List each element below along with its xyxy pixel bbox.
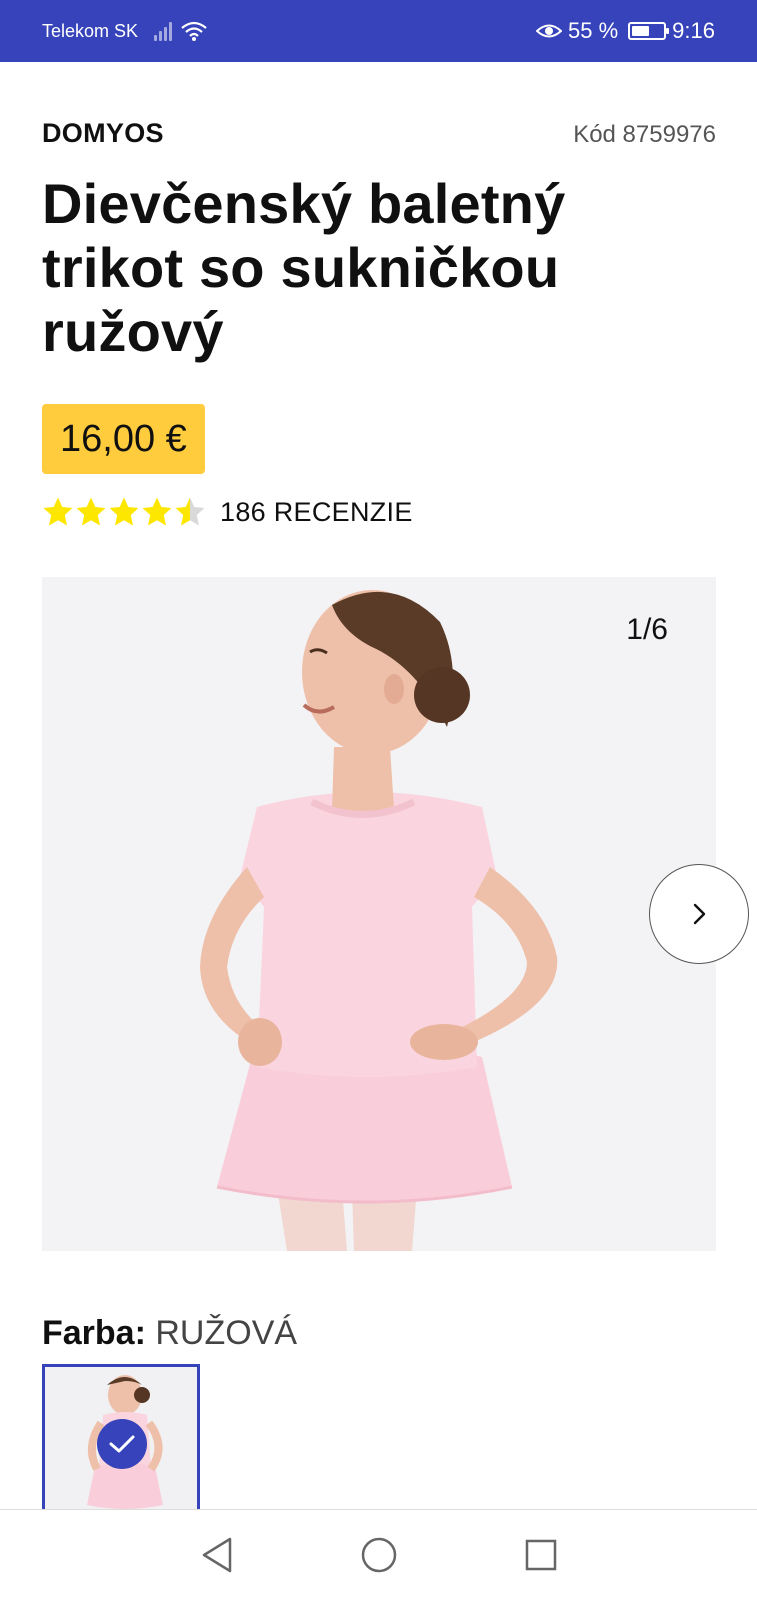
product-brand[interactable]: DOMYOS	[42, 118, 164, 149]
carrier-name: Telekom SK	[42, 20, 139, 41]
color-value: RUŽOVÁ	[155, 1314, 298, 1352]
star-icon	[175, 497, 205, 526]
chevron-right-icon	[693, 903, 706, 925]
rating-row[interactable]: 186 RECENZIE	[42, 496, 413, 528]
star-icon	[76, 497, 106, 526]
star-icon	[109, 497, 139, 526]
home-icon	[361, 1537, 396, 1573]
nav-back-button[interactable]	[197, 1535, 237, 1575]
eye-comfort-icon	[536, 24, 563, 38]
price-value: 16,00 €	[60, 417, 187, 460]
clock: 9:16	[672, 18, 715, 43]
product-photo	[200, 590, 558, 1251]
back-icon	[202, 1537, 231, 1573]
battery-percent: 55 %	[568, 18, 619, 43]
wifi-icon	[181, 21, 207, 41]
product-gallery[interactable]: 1/6	[42, 577, 716, 1251]
battery-icon	[628, 22, 670, 40]
recents-icon	[525, 1539, 556, 1571]
nav-recents-button[interactable]	[521, 1535, 561, 1575]
gallery-next-button[interactable]	[649, 864, 749, 964]
gallery-counter: 1/6	[626, 613, 668, 646]
color-selection-label: Farba: RUŽOVÁ	[42, 1314, 297, 1353]
product-title: Dievčenský baletný trikot so sukničkou r…	[42, 172, 566, 363]
price-tag: 16,00 €	[42, 404, 205, 474]
signal-icon	[154, 21, 173, 41]
system-navigation-bar	[0, 1509, 757, 1600]
nav-home-button[interactable]	[359, 1535, 399, 1575]
status-bar: Telekom SK 55 % 9:16	[0, 0, 757, 62]
rating-stars	[42, 496, 206, 528]
color-swatch-selected[interactable]	[42, 1364, 200, 1512]
star-icon	[142, 497, 172, 526]
selected-badge	[97, 1419, 147, 1469]
product-code: Kód 8759976	[573, 121, 716, 148]
color-label: Farba:	[42, 1314, 146, 1352]
check-icon	[109, 1435, 135, 1453]
reviews-link[interactable]: 186 RECENZIE	[220, 497, 413, 528]
star-icon	[43, 497, 73, 526]
